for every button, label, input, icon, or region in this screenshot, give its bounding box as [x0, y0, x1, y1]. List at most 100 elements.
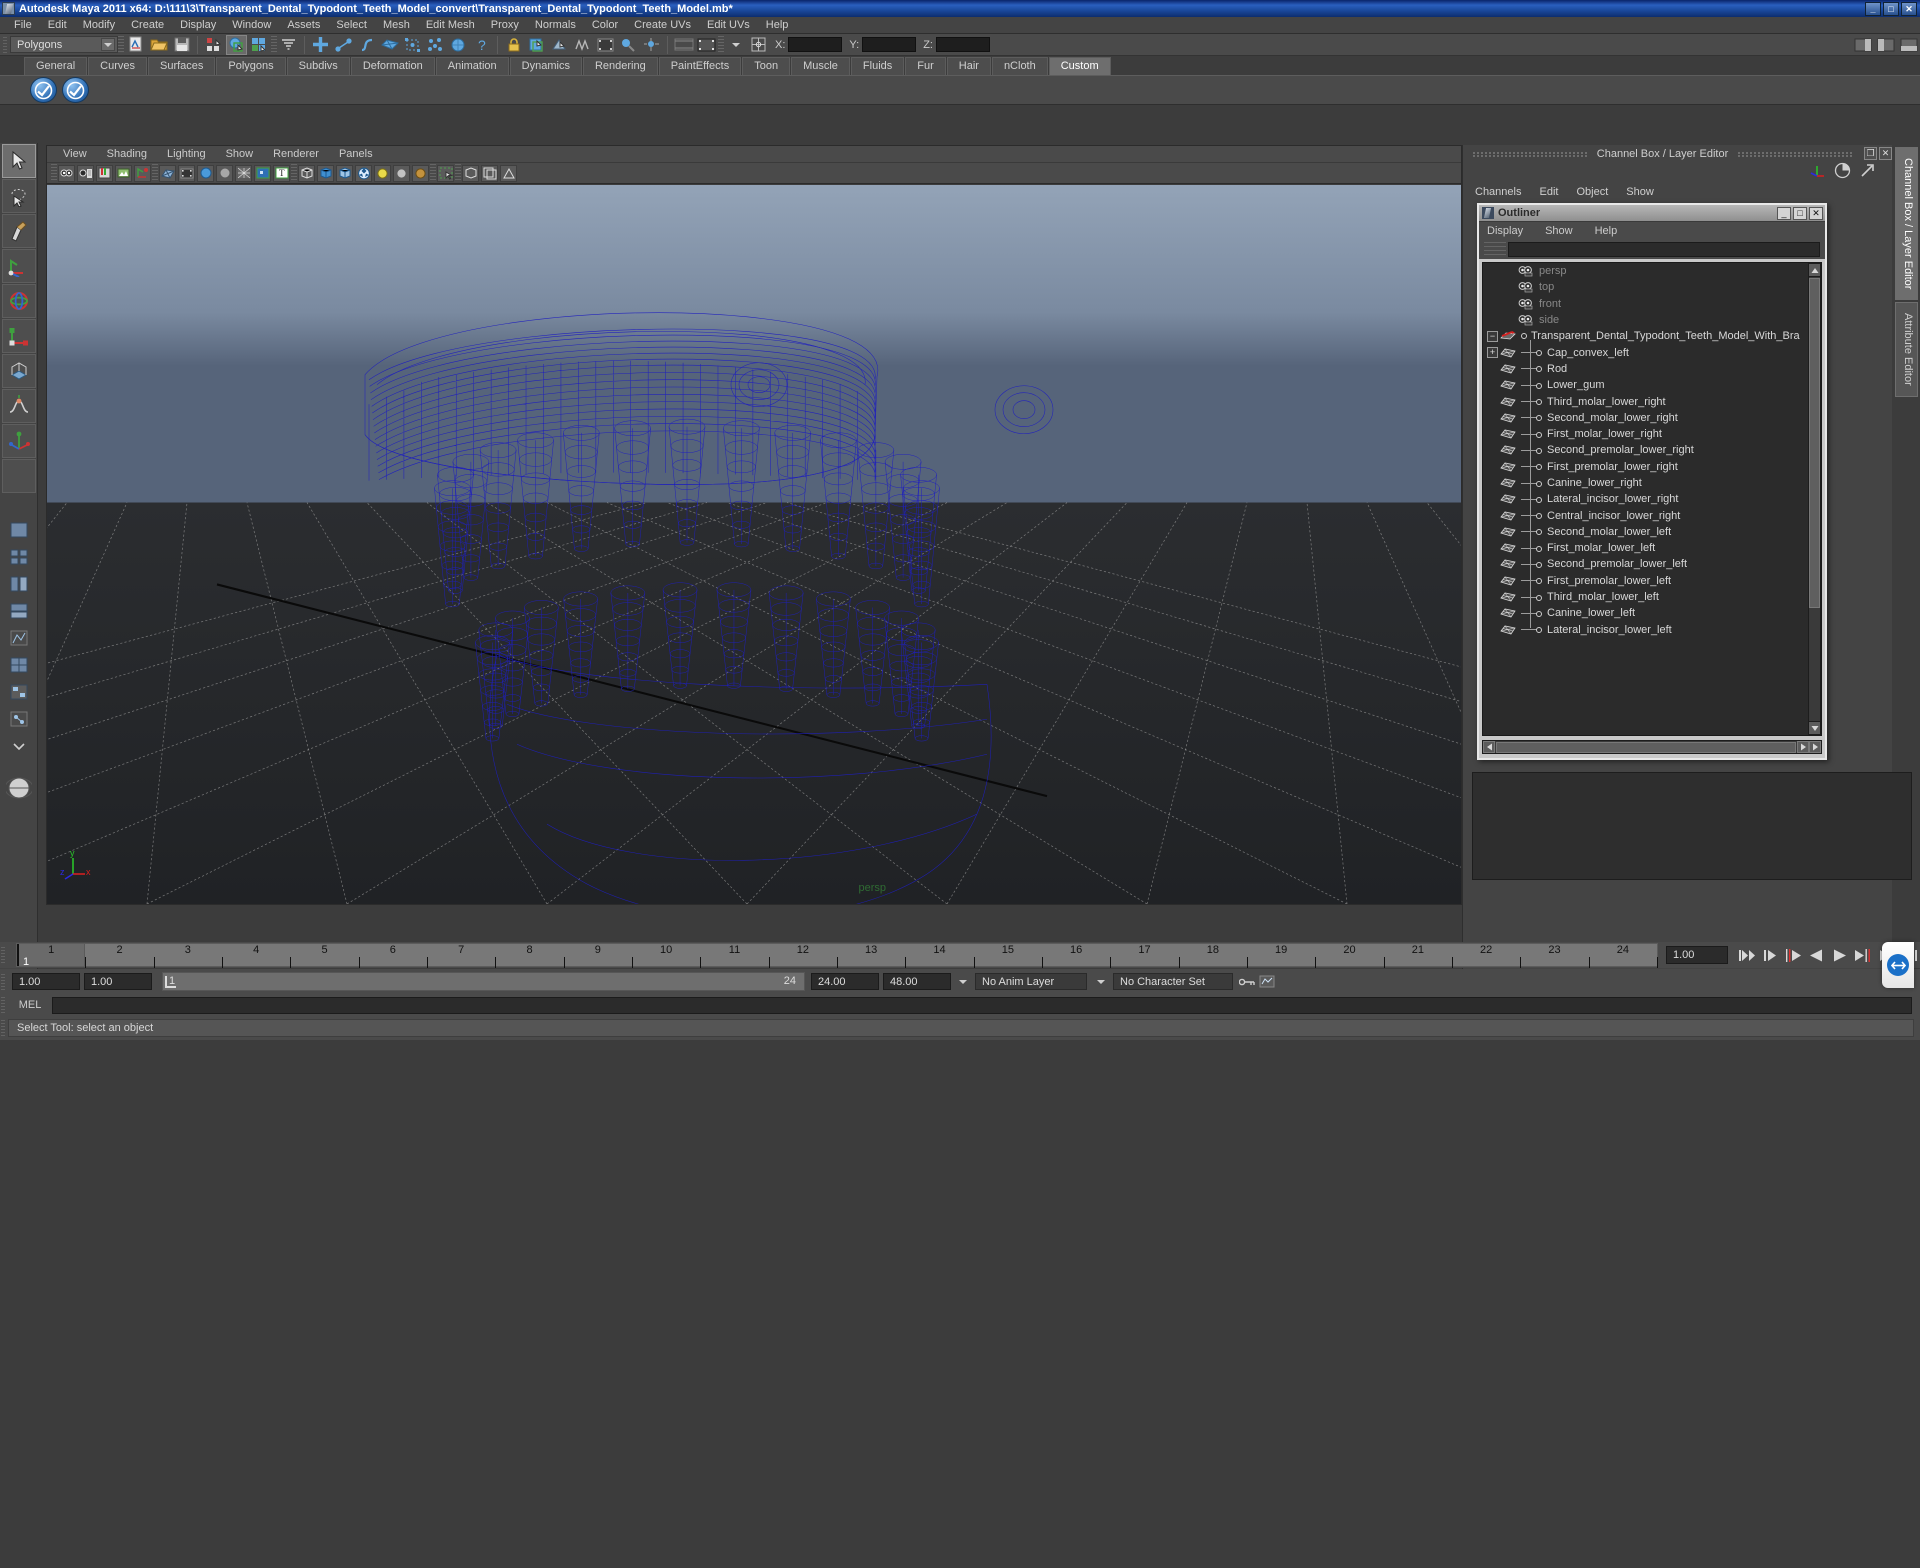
last-tool-used-button[interactable] — [2, 459, 36, 493]
view-layout-persp-outliner-button[interactable] — [2, 571, 36, 597]
outliner-title-bar[interactable]: Outliner _ □ ✕ — [1479, 205, 1825, 221]
outliner-hscroll-thumb[interactable] — [1496, 742, 1796, 753]
outliner-item-persp[interactable]: persp — [1483, 263, 1821, 279]
outliner-item-second_premolar_lower_right[interactable]: Second_premolar_lower_right — [1483, 442, 1821, 458]
shelf-tab-surfaces[interactable]: Surfaces — [148, 57, 215, 75]
menu-item-normals[interactable]: Normals — [527, 18, 584, 32]
shelf-sphere-1-icon[interactable] — [30, 77, 57, 103]
isolate-select-icon[interactable] — [437, 165, 454, 182]
outliner-hscroll-right-icon-2[interactable] — [1809, 741, 1821, 753]
menu-item-create-uvs[interactable]: Create UVs — [626, 18, 699, 32]
play-forwards-button[interactable] — [1829, 945, 1850, 965]
animation-preferences-icon[interactable] — [1259, 974, 1275, 990]
viewport-toolbar-grip[interactable] — [51, 164, 57, 182]
rotate-tool-button[interactable] — [2, 284, 36, 318]
image-plane-icon[interactable] — [115, 165, 132, 182]
toolbar-grip-2[interactable] — [118, 36, 124, 54]
snap-to-plane-icon[interactable] — [379, 35, 400, 55]
shelf-tab-dynamics[interactable]: Dynamics — [510, 57, 582, 75]
close-button[interactable]: ✕ — [1901, 2, 1917, 16]
outliner-item-canine_lower_left[interactable]: Canine_lower_left — [1483, 605, 1821, 621]
current-frame-field[interactable]: 1.00 — [1666, 946, 1728, 964]
open-scene-icon[interactable] — [148, 35, 169, 55]
light-grey-icon[interactable] — [393, 165, 410, 182]
select-tool-button[interactable] — [2, 144, 36, 178]
save-scene-icon[interactable] — [171, 35, 192, 55]
textured-cube-icon[interactable] — [336, 165, 353, 182]
outliner-menu-display[interactable]: Display — [1487, 225, 1545, 237]
menu-item-edit-mesh[interactable]: Edit Mesh — [418, 18, 483, 32]
scale-tool-button[interactable] — [2, 319, 36, 353]
outliner-tree-list[interactable]: persptopfrontside−Transparent_Dental_Typ… — [1482, 262, 1822, 736]
viewport-menu-show[interactable]: Show — [216, 148, 264, 160]
wireframe-on-shaded-icon[interactable] — [298, 165, 315, 182]
construction-history-icon[interactable] — [572, 35, 593, 55]
time-slider-track[interactable]: 1 12345678910111213141516171819202122232… — [16, 943, 1658, 967]
menu-item-edit[interactable]: Edit — [40, 18, 75, 32]
viewport-menu-shading[interactable]: Shading — [97, 148, 157, 160]
character-set-field[interactable]: No Character Set — [1113, 973, 1233, 990]
range-end-field[interactable]: 24.00 — [811, 973, 879, 990]
shelf-sphere-2-icon[interactable] — [62, 77, 89, 103]
viewport-menu-view[interactable]: View — [53, 148, 97, 160]
pie-clock-icon[interactable] — [1834, 162, 1851, 184]
use-default-material-icon[interactable] — [216, 165, 233, 182]
outliner-item-second_molar_lower_right[interactable]: Second_molar_lower_right — [1483, 410, 1821, 426]
new-scene-icon[interactable] — [125, 35, 146, 55]
viewport-toolbar-grip-4[interactable] — [430, 164, 436, 182]
shelf-tab-painteffects[interactable]: PaintEffects — [659, 57, 742, 75]
arrow-up-right-icon[interactable] — [1859, 162, 1876, 184]
viewport-menu-renderer[interactable]: Renderer — [263, 148, 329, 160]
show-hide-sidebar-icon-2[interactable] — [1875, 35, 1896, 55]
animation-start-field[interactable]: 1.00 — [12, 973, 80, 990]
outliner-vertical-scrollbar[interactable] — [1808, 263, 1821, 735]
outliner-minimize-button[interactable]: _ — [1777, 207, 1791, 220]
menu-item-window[interactable]: Window — [224, 18, 279, 32]
show-hide-sidebar-icon-1[interactable] — [1852, 35, 1873, 55]
shelf-tab-toon[interactable]: Toon — [742, 57, 790, 75]
shelf-tab-custom[interactable]: Custom — [1049, 57, 1111, 75]
menu-item-file[interactable]: File — [6, 18, 40, 32]
channelbox-menu-object[interactable]: Object — [1576, 186, 1626, 198]
shelf-tab-animation[interactable]: Animation — [436, 57, 509, 75]
outliner-item-top[interactable]: top — [1483, 279, 1821, 295]
snap-to-point-icon[interactable] — [356, 35, 377, 55]
render-view-icon[interactable] — [673, 35, 694, 55]
xray-joints-icon[interactable] — [462, 165, 479, 182]
range-start-field[interactable]: 1.00 — [84, 973, 152, 990]
time-slider-grip[interactable] — [0, 945, 8, 965]
toolbar-grip[interactable] — [2, 35, 10, 55]
light-brown-icon[interactable] — [412, 165, 429, 182]
menu-item-create[interactable]: Create — [123, 18, 172, 32]
show-manipulator-tool-button[interactable] — [2, 424, 36, 458]
paint-select-tool-button[interactable] — [2, 214, 36, 248]
twopoint-resolution-icon[interactable] — [134, 165, 151, 182]
snap-to-curve-icon[interactable] — [333, 35, 354, 55]
menu-item-help[interactable]: Help — [758, 18, 797, 32]
outliner-horizontal-scrollbar[interactable] — [1482, 740, 1822, 754]
construction-plane-icon[interactable] — [448, 35, 469, 55]
panel-drag-dots-left[interactable] — [1473, 151, 1587, 157]
outliner-item-canine_lower_right[interactable]: Canine_lower_right — [1483, 475, 1821, 491]
z-coord-field[interactable] — [936, 37, 990, 52]
select-by-object-type-icon[interactable] — [226, 35, 247, 55]
wireframe-shading-icon[interactable] — [159, 165, 176, 182]
make-live-icon[interactable] — [425, 35, 446, 55]
menu-item-assets[interactable]: Assets — [279, 18, 328, 32]
outliner-item-side[interactable]: side — [1483, 312, 1821, 328]
chevron-down-icon-anim-layer[interactable] — [955, 974, 971, 990]
camera-attributes-icon[interactable] — [77, 165, 94, 182]
outliner-item-first_premolar_lower_left[interactable]: First_premolar_lower_left — [1483, 573, 1821, 589]
select-by-component-type-icon[interactable] — [249, 35, 270, 55]
help-line-grip[interactable] — [0, 1018, 8, 1038]
shelf-tab-fluids[interactable]: Fluids — [851, 57, 904, 75]
animation-end-field[interactable]: 48.00 — [883, 973, 951, 990]
range-bar[interactable]: 1 24 — [162, 972, 805, 991]
range-slider-grip[interactable] — [0, 972, 8, 992]
render-current-frame-icon[interactable] — [595, 35, 616, 55]
soft-modification-tool-button[interactable] — [2, 389, 36, 423]
outliner-item-lower_gum[interactable]: Lower_gum — [1483, 377, 1821, 393]
shelf-tab-rendering[interactable]: Rendering — [583, 57, 658, 75]
select-camera-icon[interactable] — [58, 165, 75, 182]
gamma-icon[interactable] — [500, 165, 517, 182]
